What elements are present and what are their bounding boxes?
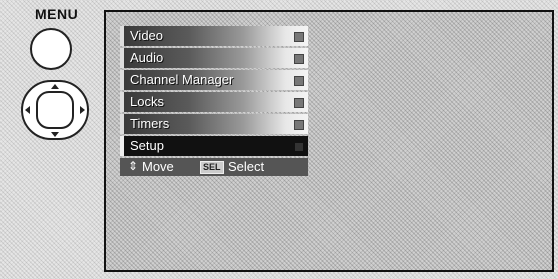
menu-item-channel-manager[interactable]: Channel Manager [120, 70, 308, 90]
menu-item-label: Setup [130, 138, 164, 153]
menu-item-locks[interactable]: Locks [120, 92, 308, 112]
menu-item-label: Locks [130, 94, 164, 109]
main-menu: Video Audio Channel Manager Locks Timers… [120, 26, 308, 176]
menu-button-label: MENU [35, 6, 79, 22]
dpad-icon[interactable] [20, 79, 90, 141]
up-down-arrow-icon: ⇕ [128, 159, 139, 173]
sel-badge: SEL [200, 161, 224, 174]
menu-item-label: Timers [130, 116, 170, 131]
menu-item-label: Audio [130, 50, 164, 65]
menu-item-audio[interactable]: Audio [120, 48, 308, 68]
menu-item-timers[interactable]: Timers [120, 114, 308, 134]
tv-screen: Video Audio Channel Manager Locks Timers… [104, 10, 554, 272]
select-hint-label: Select [228, 159, 265, 174]
menu-item-label: Channel Manager [130, 72, 234, 87]
move-hint-label: Move [142, 159, 174, 174]
menu-button[interactable] [30, 28, 72, 70]
menu-item-setup[interactable]: Setup [120, 136, 308, 156]
menu-item-video[interactable]: Video [120, 26, 308, 46]
menu-item-label: Video [130, 28, 164, 43]
hint-bar: ⇕ Move SEL Select [120, 158, 308, 176]
